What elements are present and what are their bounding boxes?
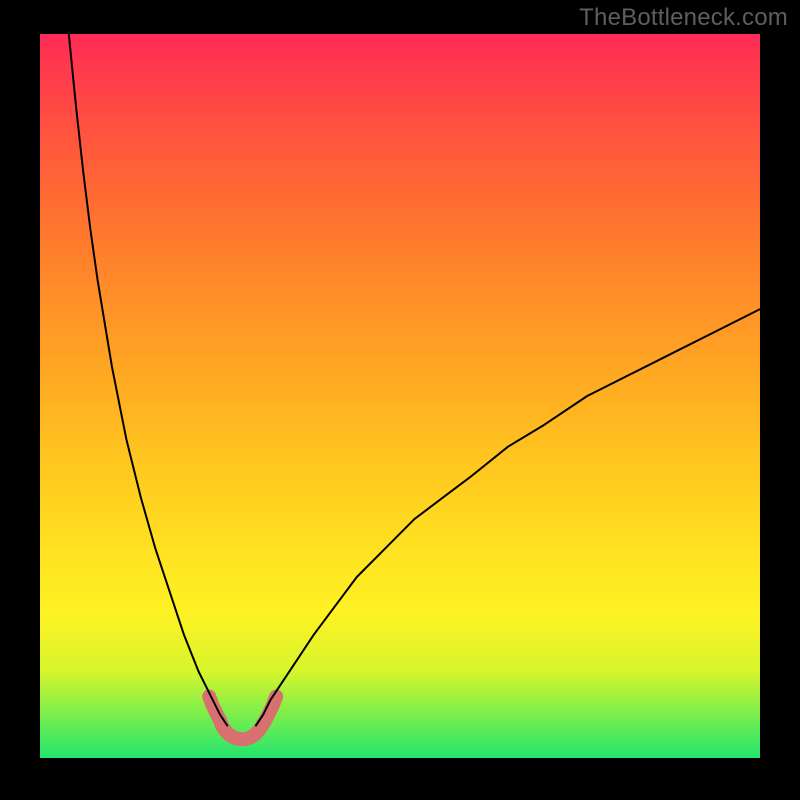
chart-root: TheBottleneck.com xyxy=(0,0,800,800)
series-marker-valley xyxy=(209,696,276,739)
watermark-label: TheBottleneck.com xyxy=(579,4,788,32)
series-curve-right xyxy=(256,309,760,725)
chart-svg xyxy=(40,34,760,758)
plot-area xyxy=(40,34,760,758)
series-curve-left xyxy=(69,34,227,725)
